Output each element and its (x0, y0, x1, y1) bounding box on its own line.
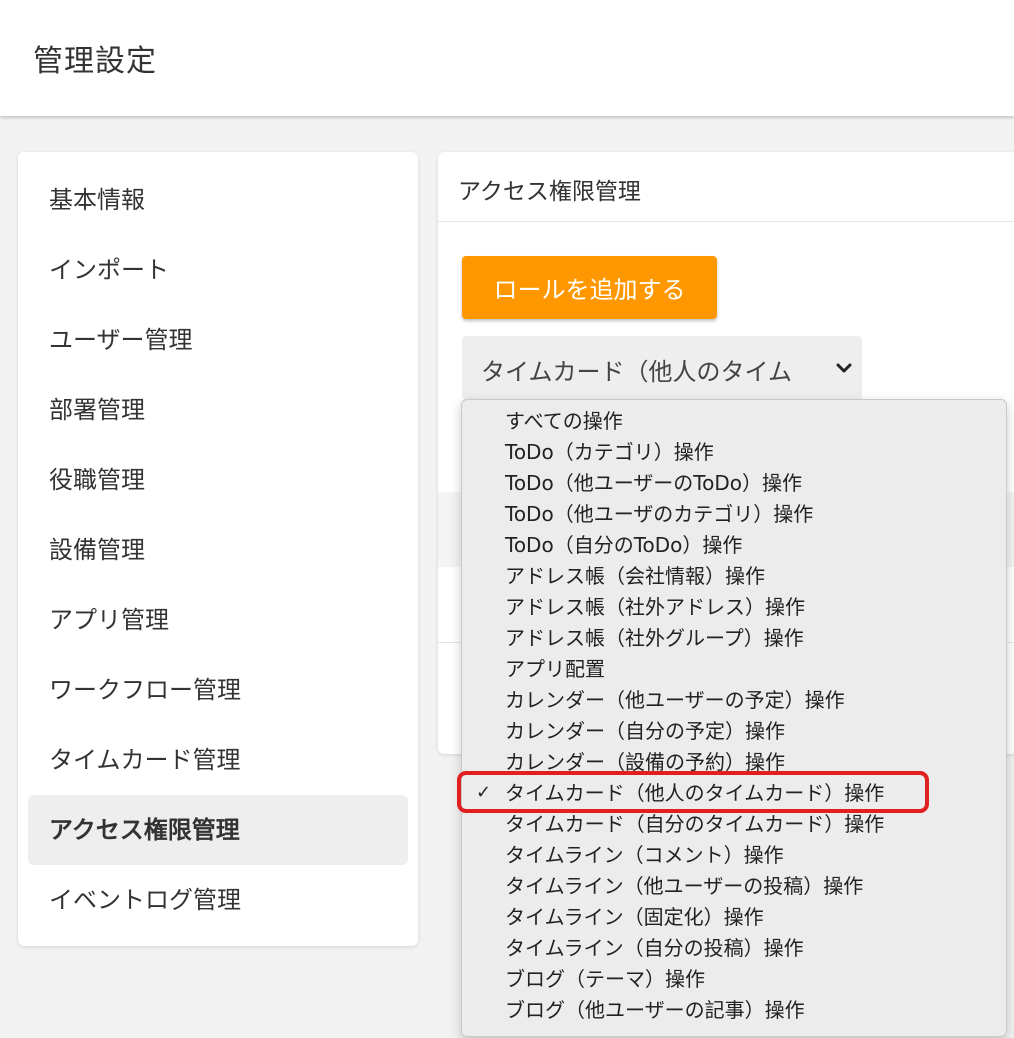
dropdown-option[interactable]: タイムライン（他ユーザーの投稿）操作 (505, 871, 863, 901)
dropdown-option[interactable]: タイムライン（固定化）操作 (505, 902, 764, 932)
sidebar-item-apps[interactable]: アプリ管理 (28, 585, 408, 655)
permission-select-value: タイムカード（他人のタイム (481, 358, 793, 386)
dropdown-option[interactable]: カレンダー（設備の予約）操作 (505, 747, 785, 777)
sidebar-item-access-control[interactable]: アクセス権限管理 (28, 795, 408, 865)
dropdown-option[interactable]: カレンダー（自分の予定）操作 (505, 716, 785, 746)
card-title: アクセス権限管理 (458, 179, 641, 205)
dropdown-option[interactable]: ToDo（他ユーザーのToDo）操作 (505, 468, 802, 498)
checkmark-icon: ✓ (476, 782, 492, 803)
card-divider (438, 221, 1014, 222)
sidebar-item-facilities[interactable]: 設備管理 (28, 515, 408, 585)
sidebar-item-departments[interactable]: 部署管理 (28, 375, 408, 445)
dropdown-option[interactable]: カレンダー（他ユーザーの予定）操作 (505, 685, 845, 715)
dropdown-option[interactable]: ブログ（テーマ）操作 (505, 964, 705, 994)
sidebar-item-users[interactable]: ユーザー管理 (28, 305, 408, 375)
dropdown-option[interactable]: アドレス帳（会社情報）操作 (505, 561, 765, 591)
dropdown-option[interactable]: すべての操作 (505, 406, 623, 436)
sidebar-item-event-log[interactable]: イベントログ管理 (28, 865, 408, 935)
dropdown-option[interactable]: アドレス帳（社外グループ）操作 (505, 623, 804, 653)
sidebar-item-timecard[interactable]: タイムカード管理 (28, 725, 408, 795)
sidebar-item-import[interactable]: インポート (28, 235, 408, 305)
chevron-down-icon (836, 363, 852, 373)
dropdown-option[interactable]: タイムライン（コメント）操作 (505, 840, 784, 870)
dropdown-option-selected[interactable]: ✓ タイムカード（他人のタイムカード）操作 (462, 778, 1006, 808)
add-role-button[interactable]: ロールを追加する (462, 256, 717, 319)
dropdown-option[interactable]: アドレス帳（社外アドレス）操作 (505, 592, 805, 622)
dropdown-option[interactable]: アプリ配置 (505, 654, 605, 684)
permission-dropdown-menu: すべての操作 ToDo（カテゴリ）操作 ToDo（他ユーザーのToDo）操作 T… (461, 399, 1007, 1037)
permission-select[interactable]: タイムカード（他人のタイム (462, 336, 862, 400)
sidebar-item-basic-info[interactable]: 基本情報 (28, 165, 408, 235)
dropdown-option[interactable]: タイムライン（自分の投稿）操作 (505, 933, 804, 963)
dropdown-option[interactable]: ToDo（カテゴリ）操作 (505, 437, 714, 467)
top-header: 管理設定 (0, 0, 1014, 116)
sidebar-item-workflow[interactable]: ワークフロー管理 (28, 655, 408, 725)
dropdown-option[interactable]: タイムカード（自分のタイムカード）操作 (505, 809, 884, 839)
sidebar-item-positions[interactable]: 役職管理 (28, 445, 408, 515)
dropdown-option[interactable]: ToDo（他ユーザのカテゴリ）操作 (505, 499, 813, 529)
page-title: 管理設定 (33, 44, 157, 79)
dropdown-option[interactable]: ブログ（他ユーザーの記事）操作 (505, 995, 805, 1025)
sidebar: 基本情報 インポート ユーザー管理 部署管理 役職管理 設備管理 アプリ管理 ワ… (18, 152, 418, 946)
dropdown-option[interactable]: ToDo（自分のToDo）操作 (505, 530, 742, 560)
